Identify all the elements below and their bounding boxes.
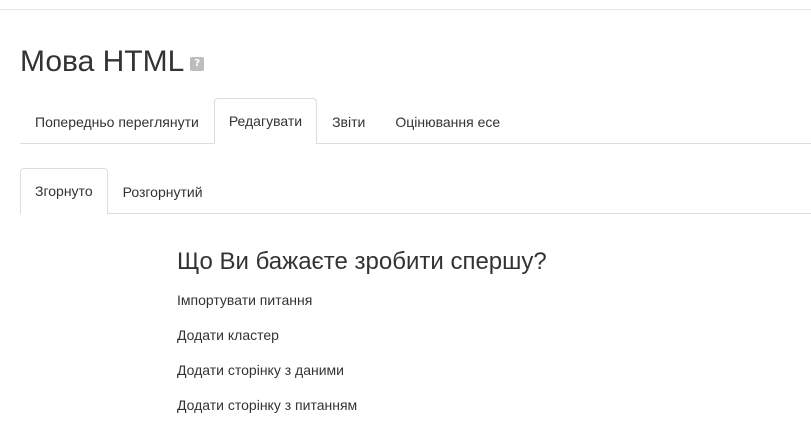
tab-expanded[interactable]: Розгорнутий	[108, 169, 218, 214]
header-divider	[0, 9, 811, 10]
page-title-row: Мова HTML	[20, 44, 205, 80]
add-question-page-link[interactable]: Додати сторінку з питанням	[177, 397, 357, 413]
list-item: Додати сторінку з даними	[177, 361, 547, 396]
tab-preview[interactable]: Попередньо переглянути	[20, 99, 214, 144]
import-questions-link[interactable]: Імпортувати питання	[177, 292, 312, 308]
page-title: Мова HTML	[20, 45, 185, 78]
action-list: Імпортувати питання Додати кластер Додат…	[177, 291, 547, 431]
add-cluster-link[interactable]: Додати кластер	[177, 327, 279, 343]
secondary-tabs: Згорнуто Розгорнутий	[20, 168, 811, 214]
tab-reports[interactable]: Звіти	[317, 99, 380, 144]
list-item: Додати сторінку з питанням	[177, 396, 547, 431]
list-item: Імпортувати питання	[177, 291, 547, 326]
page: Мова HTML Попередньо переглянути Редагув…	[0, 0, 811, 448]
first-action-prompt: Що Ви бажаєте зробити спершу? Імпортуват…	[177, 247, 547, 431]
help-icon[interactable]	[190, 57, 205, 71]
tab-edit[interactable]: Редагувати	[213, 98, 318, 144]
prompt-heading: Що Ви бажаєте зробити спершу?	[177, 248, 547, 275]
list-item: Додати кластер	[177, 326, 547, 361]
add-content-page-link[interactable]: Додати сторінку з даними	[177, 362, 344, 378]
tab-grade-essays[interactable]: Оцінювання есе	[380, 99, 515, 144]
primary-tabs: Попередньо переглянути Редагувати Звіти …	[20, 98, 811, 144]
tab-collapsed[interactable]: Згорнуто	[20, 168, 108, 214]
